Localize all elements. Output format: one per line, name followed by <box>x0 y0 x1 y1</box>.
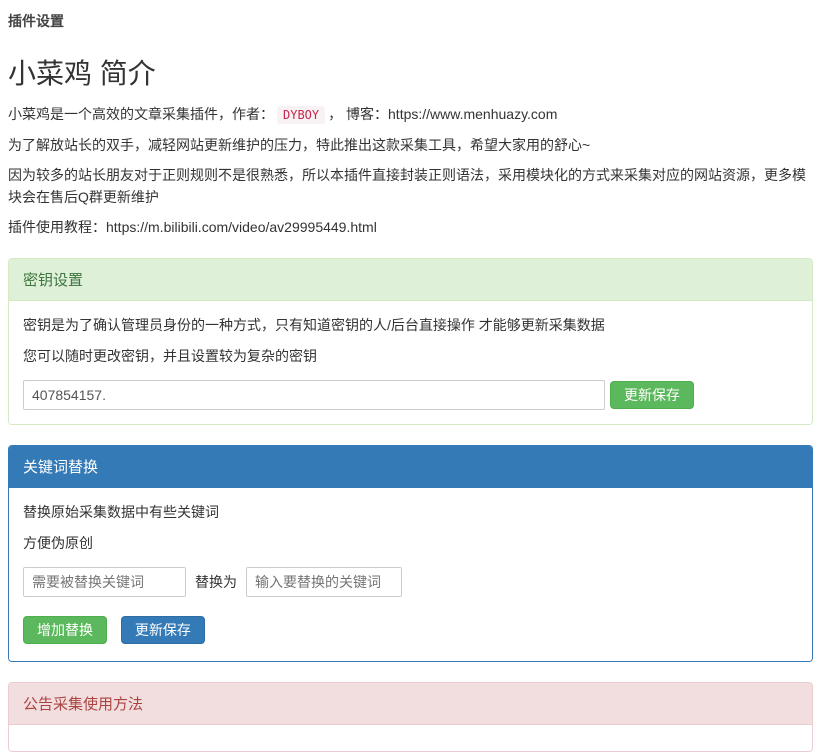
keyword-replace-panel-body: 替换原始采集数据中有些关键词 方便伪原创 替换为 增加替换 更新保存 <box>9 488 812 661</box>
secret-key-save-button[interactable]: 更新保存 <box>610 381 694 409</box>
keyword-source-input[interactable] <box>23 567 186 597</box>
secret-key-desc-2: 您可以随时更改密钥，并且设置较为复杂的密钥 <box>23 346 798 366</box>
keyword-replace-form-row: 替换为 <box>23 567 798 597</box>
secret-key-desc-1: 密钥是为了确认管理员身份的一种方式，只有知道密钥的人/后台直接操作 才能够更新采… <box>23 315 798 335</box>
keyword-save-button[interactable]: 更新保存 <box>121 616 205 644</box>
module-paragraph: 因为较多的站长朋友对于正则规则不是很熟悉，所以本插件直接封装正则语法，采用模块化… <box>8 164 813 208</box>
keyword-replace-panel: 关键词替换 替换原始采集数据中有些关键词 方便伪原创 替换为 增加替换 更新保存 <box>8 445 813 662</box>
secret-key-input[interactable] <box>23 380 605 410</box>
secret-key-form-row: 更新保存 <box>23 380 798 410</box>
author-badge: DYBOY <box>277 106 325 124</box>
notice-usage-panel: 公告采集使用方法 <box>8 682 813 752</box>
tutorial-paragraph: 插件使用教程：https://m.bilibili.com/video/av29… <box>8 216 813 238</box>
intro-text-after: ， 博客：https://www.menhuazy.com <box>328 106 557 122</box>
keyword-buttons-row: 增加替换 更新保存 <box>23 616 798 644</box>
secret-key-panel: 密钥设置 密钥是为了确认管理员身份的一种方式，只有知道密钥的人/后台直接操作 才… <box>8 258 813 425</box>
secret-key-panel-body: 密钥是为了确认管理员身份的一种方式，只有知道密钥的人/后台直接操作 才能够更新采… <box>9 301 812 424</box>
purpose-paragraph: 为了解放站长的双手，减轻网站更新维护的压力，特此推出这款采集工具，希望大家用的舒… <box>8 134 813 156</box>
notice-usage-panel-body <box>9 725 812 751</box>
plugin-settings-page: 插件设置 小菜鸡 简介 小菜鸡是一个高效的文章采集插件，作者：DYBOY， 博客… <box>0 0 828 752</box>
keyword-replace-desc-2: 方便伪原创 <box>23 533 798 553</box>
intro-text-before: 小菜鸡是一个高效的文章采集插件，作者： <box>8 106 274 122</box>
breadcrumb: 插件设置 <box>8 11 813 31</box>
keyword-replace-desc-1: 替换原始采集数据中有些关键词 <box>23 502 798 522</box>
secret-key-panel-title: 密钥设置 <box>9 259 812 301</box>
notice-usage-panel-title: 公告采集使用方法 <box>9 683 812 725</box>
intro-paragraph: 小菜鸡是一个高效的文章采集插件，作者：DYBOY， 博客：https://www… <box>8 103 813 126</box>
page-title: 小菜鸡 简介 <box>8 52 813 92</box>
add-replacement-button[interactable]: 增加替换 <box>23 616 107 644</box>
keyword-replace-panel-title: 关键词替换 <box>9 446 812 488</box>
replace-with-label: 替换为 <box>195 572 237 592</box>
keyword-target-input[interactable] <box>246 567 402 597</box>
